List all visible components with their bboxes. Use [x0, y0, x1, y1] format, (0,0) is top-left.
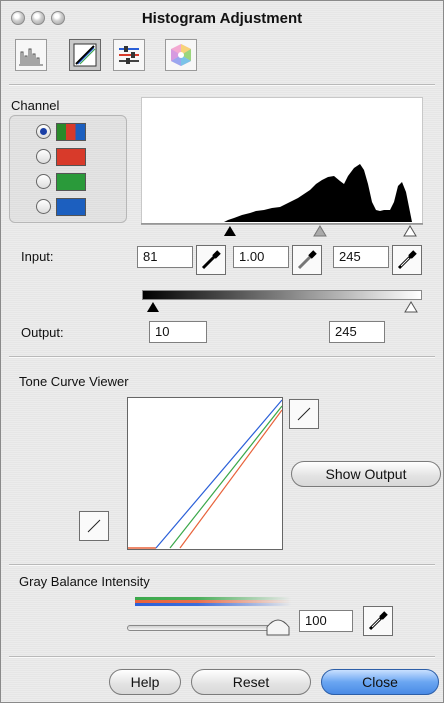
channel-radio-green[interactable] — [36, 174, 51, 189]
input-black-point-handle[interactable] — [223, 226, 236, 236]
divider — [9, 356, 435, 358]
eyedropper-icon — [297, 250, 317, 270]
eyedropper-icon — [397, 250, 417, 270]
curves-icon — [73, 43, 97, 67]
input-slider-track — [141, 223, 423, 237]
input-gamma-field[interactable]: 1.00 — [233, 246, 289, 268]
close-button[interactable]: Close — [321, 669, 439, 695]
black-point-eyedropper-button[interactable] — [196, 245, 226, 275]
output-black-point-handle[interactable] — [146, 302, 159, 312]
tone-curve-plot — [128, 399, 283, 549]
histogram-adjustment-window: Histogram Adjustment Channel Input: 81 1… — [0, 0, 444, 703]
gray-balance-gradient — [135, 597, 291, 606]
histogram-tool-button[interactable] — [15, 39, 47, 71]
gray-balance-slider-thumb[interactable] — [265, 613, 291, 637]
curves-tool-button[interactable] — [69, 39, 101, 71]
reset-button[interactable]: Reset — [191, 669, 311, 695]
channel-radio-blue[interactable] — [36, 199, 51, 214]
diagonal-line-icon — [87, 519, 101, 533]
input-gamma-handle[interactable] — [313, 225, 327, 237]
help-button[interactable]: Help — [109, 669, 181, 695]
input-label: Input: — [21, 249, 54, 264]
histogram-icon — [19, 48, 43, 66]
red-swatch — [56, 148, 86, 166]
gray-point-eyedropper-button[interactable] — [292, 245, 322, 275]
tone-curve-label: Tone Curve Viewer — [19, 374, 129, 389]
tone-curve-graph — [127, 397, 283, 550]
output-slider-track — [146, 301, 418, 313]
output-white-point-handle[interactable] — [404, 301, 418, 313]
histogram-display — [141, 97, 423, 224]
input-white-field[interactable]: 245 — [333, 246, 389, 268]
output-white-field[interactable]: 245 — [329, 321, 385, 343]
gray-balance-slider-track[interactable] — [127, 625, 283, 631]
eyedropper-icon — [368, 611, 388, 631]
divider — [9, 564, 435, 566]
blue-swatch — [56, 198, 86, 216]
diagonal-line-icon — [297, 407, 311, 421]
gray-balance-eyedropper-button[interactable] — [363, 606, 393, 636]
color-balance-tool-button[interactable] — [165, 39, 197, 71]
input-white-point-handle[interactable] — [403, 225, 417, 237]
input-black-field[interactable]: 81 — [137, 246, 193, 268]
tone-curve-white-button[interactable] — [289, 399, 319, 429]
rgb-swatch — [56, 123, 86, 141]
output-label: Output: — [21, 325, 64, 340]
show-output-button[interactable]: Show Output — [291, 461, 441, 487]
divider — [9, 656, 435, 658]
histogram-graph — [142, 164, 412, 222]
white-point-eyedropper-button[interactable] — [392, 245, 422, 275]
channel-radio-rgb[interactable] — [36, 124, 51, 139]
channel-label: Channel — [11, 98, 60, 113]
color-wheel-icon — [171, 44, 191, 66]
channel-group — [9, 115, 127, 223]
output-black-field[interactable]: 10 — [149, 321, 207, 343]
gray-balance-intensity-field[interactable]: 100 — [299, 610, 353, 632]
gray-balance-label: Gray Balance Intensity — [19, 574, 150, 589]
tone-curve-black-button[interactable] — [79, 511, 109, 541]
divider — [9, 84, 435, 86]
title-bar: Histogram Adjustment — [1, 1, 443, 35]
levels-icon — [119, 46, 139, 64]
eyedropper-icon — [201, 250, 221, 270]
levels-tool-button[interactable] — [113, 39, 145, 71]
channel-radio-red[interactable] — [36, 149, 51, 164]
green-swatch — [56, 173, 86, 191]
window-title: Histogram Adjustment — [141, 10, 303, 27]
